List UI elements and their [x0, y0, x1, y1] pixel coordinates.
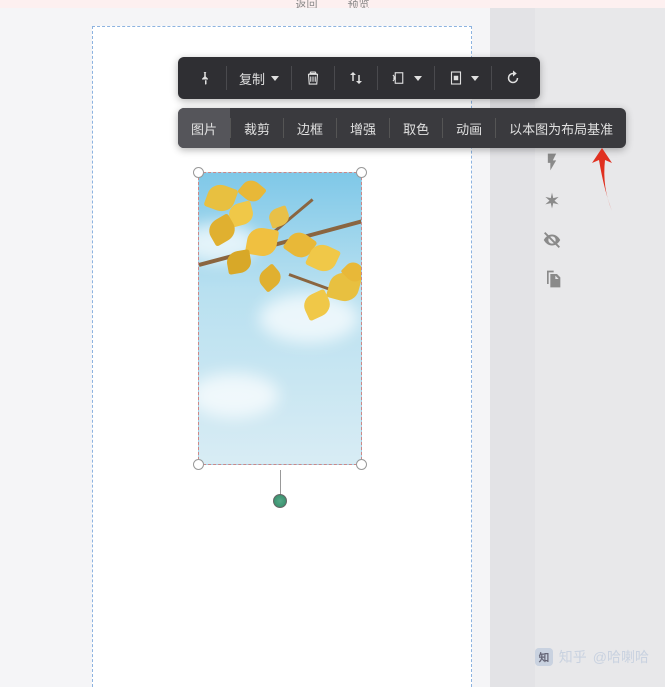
- rotate-line: [280, 470, 281, 496]
- resize-handle-tl[interactable]: [193, 167, 204, 178]
- chevron-down-icon: [471, 76, 479, 81]
- delete-button[interactable]: [292, 57, 334, 99]
- lightning-icon[interactable]: [540, 150, 564, 174]
- rotate-handle[interactable]: [273, 494, 287, 508]
- resize-handle-br[interactable]: [356, 459, 367, 470]
- chevron-down-icon: [271, 76, 279, 81]
- visibility-off-icon[interactable]: [540, 228, 564, 252]
- top-nav: 返回 预览: [0, 0, 665, 8]
- selected-image[interactable]: [198, 172, 362, 465]
- watermark: 知 知乎 @哈喇哈: [535, 647, 649, 667]
- toolbar-secondary: 图片 裁剪 边框 增强 取色 动画 以本图为布局基准: [178, 108, 626, 148]
- tab-animation[interactable]: 动画: [443, 108, 495, 148]
- swap-button[interactable]: [335, 57, 377, 99]
- tab-color-pick[interactable]: 取色: [390, 108, 442, 148]
- resize-handle-tr[interactable]: [356, 167, 367, 178]
- tab-layout-base[interactable]: 以本图为布局基准: [496, 108, 626, 148]
- copy-label: 复制: [239, 69, 265, 88]
- image-content: [199, 173, 361, 464]
- tab-image[interactable]: 图片: [178, 108, 230, 148]
- svg-text:知: 知: [539, 651, 550, 664]
- tab-enhance[interactable]: 增强: [337, 108, 389, 148]
- rotate-button[interactable]: [492, 57, 534, 99]
- tab-border[interactable]: 边框: [284, 108, 336, 148]
- toolbar-primary: 复制: [178, 57, 540, 99]
- pin-button[interactable]: [184, 57, 226, 99]
- arrow-annotation: [582, 145, 622, 215]
- watermark-platform: 知乎: [559, 647, 587, 667]
- tab-crop[interactable]: 裁剪: [231, 108, 283, 148]
- resize-handle-bl[interactable]: [193, 459, 204, 470]
- align-center-button[interactable]: [435, 57, 491, 99]
- watermark-author: @哈喇哈: [593, 647, 649, 667]
- chevron-down-icon: [414, 76, 422, 81]
- copy-files-icon[interactable]: [540, 267, 564, 291]
- align-button[interactable]: [378, 57, 434, 99]
- sidebar-icons: [534, 150, 570, 291]
- copy-button[interactable]: 复制: [227, 57, 291, 99]
- asterisk-icon[interactable]: [540, 189, 564, 213]
